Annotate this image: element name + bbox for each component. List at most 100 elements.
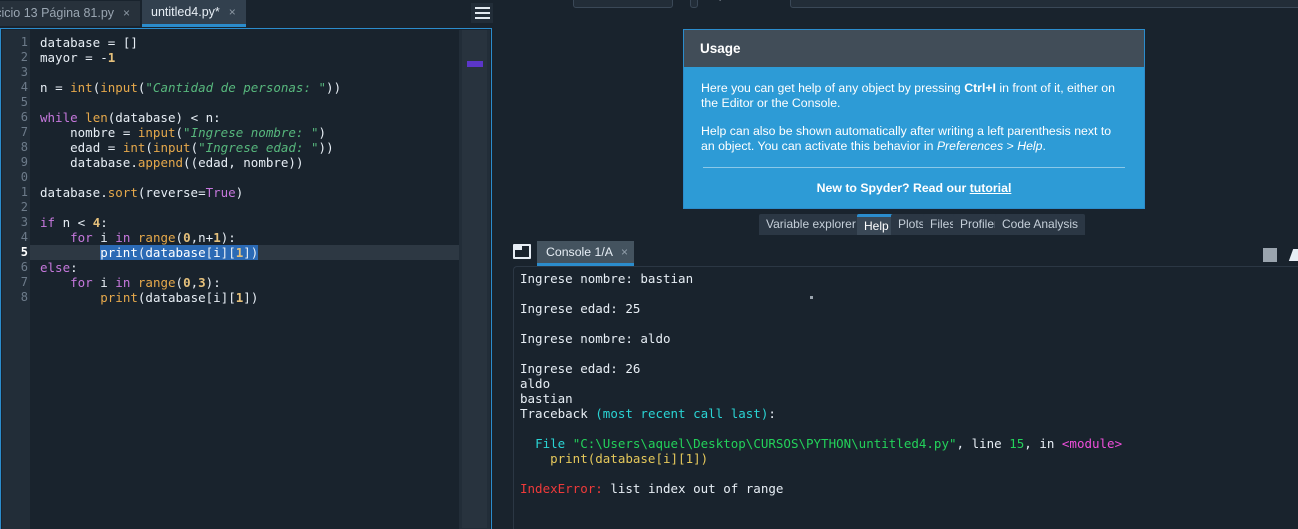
tutorial-link[interactable]: tutorial xyxy=(970,181,1012,195)
usage-p1-pre: Here you can get help of any object by p… xyxy=(701,81,965,95)
editor-tab-label: Ejercicio 13 Página 81.py xyxy=(0,6,115,20)
line-number: 5 xyxy=(20,245,28,259)
stop-square-icon[interactable] xyxy=(1263,248,1277,262)
bottom-pane-tab-bar: Variable explorer Help Plots Files Profiler C… xyxy=(505,214,1298,236)
line-number: 7 xyxy=(20,125,28,139)
code-line[interactable]: database.append((edad, nombre)) xyxy=(30,155,460,170)
console-pane: Console 1/A × Ingrese nombre: bastian In… xyxy=(505,240,1298,529)
line-number: 7 xyxy=(20,275,28,289)
line-number: 9 xyxy=(20,155,28,169)
editor-tab-untitled4[interactable]: untitled4.py* × xyxy=(142,0,246,27)
editor-scrollbar[interactable] xyxy=(459,30,490,529)
editor-scrollbar-thumb[interactable] xyxy=(462,30,487,528)
console-segment: File xyxy=(535,436,573,451)
tab-variable-explorer[interactable]: Variable explorer xyxy=(759,214,863,235)
code-line[interactable]: mayor = -1 xyxy=(30,50,460,65)
line-number: 6 xyxy=(20,110,28,124)
line-number: 3 xyxy=(20,215,28,229)
code-line[interactable]: n = int(input("Cantidad de personas: ")) xyxy=(30,80,460,95)
editor-pane: Ejercicio 13 Página 81.py × untitled4.py… xyxy=(0,0,497,529)
console-segment: Ingrese nombre: bastian xyxy=(520,271,694,286)
code-line[interactable]: while len(database) < n: xyxy=(30,110,460,125)
scrollbar-occurrence-marker xyxy=(467,61,483,67)
console-output-text: Ingrese nombre: bastian Ingrese edad: 25… xyxy=(520,271,1122,496)
tab-label: Files xyxy=(930,217,956,231)
console-segment: , in xyxy=(1024,436,1062,451)
usage-footer-text: New to Spyder? Read our xyxy=(816,181,970,195)
code-line[interactable]: database = [] xyxy=(30,35,460,50)
path-toolbar-widget[interactable] xyxy=(790,0,1298,8)
code-content[interactable]: database = [] mayor = -1 n = int(input("Ca… xyxy=(30,30,460,529)
line-number: 4 xyxy=(20,230,28,244)
code-line[interactable] xyxy=(30,200,460,215)
console-line: Ingrese nombre: aldo xyxy=(520,331,1122,346)
close-icon[interactable]: × xyxy=(621,241,628,263)
console-segment: : xyxy=(768,406,776,421)
code-line[interactable]: for i in range(0,n+1): xyxy=(30,230,460,245)
editor-tab-label: untitled4.py* xyxy=(151,5,220,19)
toolbar-remnant: ↖ xyxy=(505,0,1298,10)
hamburger-icon[interactable] xyxy=(471,3,493,23)
tab-code-analysis[interactable]: Code Analysis xyxy=(995,214,1086,235)
console-line: File "C:\Users\aquel\Desktop\CURSOS\PYTH… xyxy=(520,436,1122,451)
line-number: 1 xyxy=(20,35,28,49)
hamburger-bar xyxy=(474,7,490,9)
code-line[interactable]: if n < 4: xyxy=(30,215,460,230)
line-number: 3 xyxy=(20,65,28,79)
code-line[interactable] xyxy=(30,170,460,185)
usage-p2-pre: Help can also be shown automatically aft… xyxy=(701,124,1112,153)
usage-panel-body: Here you can get help of any object by p… xyxy=(684,67,1144,196)
usage-paragraph-2: Help can also be shown automatically aft… xyxy=(701,124,1127,154)
window-icon[interactable] xyxy=(513,244,531,259)
toolbar-widget[interactable] xyxy=(690,0,698,8)
console-segment: Ingrese edad: 25 xyxy=(520,301,641,316)
console-segment: (most recent call last) xyxy=(595,406,769,421)
code-line[interactable]: database.sort(reverse=True) xyxy=(30,185,460,200)
help-usage-panel: Usage Here you can get help of any objec… xyxy=(683,29,1145,209)
line-number: 8 xyxy=(20,140,28,154)
tab-label: Plots xyxy=(898,217,925,231)
line-number-gutter: 123456789012345678 xyxy=(2,30,30,529)
code-line[interactable]: for i in range(0,3): xyxy=(30,275,460,290)
console-output-area[interactable]: Ingrese nombre: bastian Ingrese edad: 25… xyxy=(513,266,1298,529)
editor-tab-bar: Ejercicio 13 Página 81.py × untitled4.py… xyxy=(0,0,497,27)
tab-label: Code Analysis xyxy=(1002,217,1079,231)
code-line[interactable] xyxy=(30,95,460,110)
console-segment: 15 xyxy=(1009,436,1025,451)
code-line[interactable]: edad = int(input("Ingrese edad: ")) xyxy=(30,140,460,155)
hamburger-bar xyxy=(474,12,490,14)
toolbar-widget[interactable] xyxy=(573,0,673,8)
code-line[interactable]: nombre = input("Ingrese nombre: ") xyxy=(30,125,460,140)
code-line[interactable]: else: xyxy=(30,260,460,275)
line-number: 8 xyxy=(20,290,28,304)
close-icon[interactable]: × xyxy=(227,0,238,24)
usage-p2-help: Help xyxy=(1017,139,1043,153)
code-line[interactable]: print(database[i][1]) xyxy=(30,290,460,305)
console-tab[interactable]: Console 1/A × xyxy=(537,241,635,266)
editor-tab-ejercicio[interactable]: Ejercicio 13 Página 81.py × xyxy=(0,1,141,26)
close-icon[interactable]: × xyxy=(121,1,132,26)
editor-frame: 123456789012345678 database = [] mayor = … xyxy=(0,28,492,529)
usage-p1-shortcut: Ctrl+I xyxy=(964,81,996,95)
cursor-arrow-icon: ↖ xyxy=(713,0,722,4)
options-icon[interactable] xyxy=(1288,249,1298,261)
code-editor[interactable]: 123456789012345678 database = [] mayor = … xyxy=(2,30,460,529)
tab-label: Help xyxy=(864,219,889,233)
console-line: aldo xyxy=(520,376,1122,391)
code-line[interactable]: print(database[i][1]) xyxy=(30,245,460,260)
console-segment: Ingrese nombre: aldo xyxy=(520,331,671,346)
spyder-ide-window: Ejercicio 13 Página 81.py × untitled4.py… xyxy=(0,0,1298,529)
console-line: Traceback (most recent call last): xyxy=(520,406,1122,421)
tab-help[interactable]: Help xyxy=(857,214,896,235)
console-segment: , line xyxy=(956,436,1010,451)
console-line: Ingrese edad: 26 xyxy=(520,361,1122,376)
usage-panel-title: Usage xyxy=(684,30,1144,67)
console-line: print(database[i][1]) xyxy=(520,451,1122,466)
line-number: 2 xyxy=(20,50,28,64)
tab-label: Profiler xyxy=(960,217,999,231)
line-number: 1 xyxy=(20,185,28,199)
code-line[interactable] xyxy=(30,65,460,80)
